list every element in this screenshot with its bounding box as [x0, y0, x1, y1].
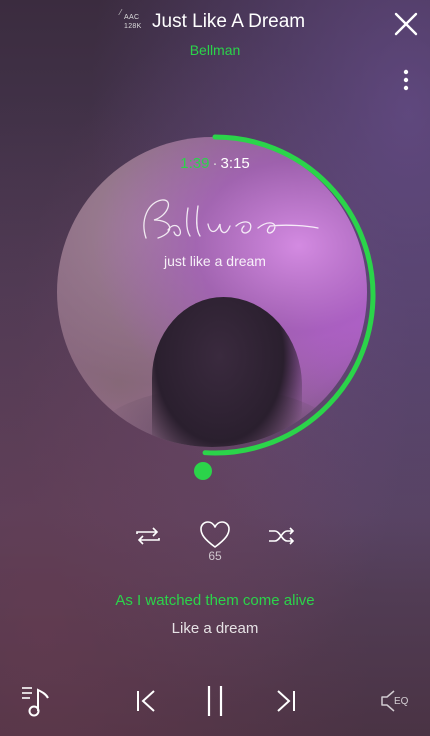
more-vertical-icon — [403, 69, 409, 91]
shuffle-icon — [269, 527, 295, 545]
time-separator: · — [212, 155, 218, 172]
like-count: 65 — [208, 549, 222, 563]
like-button[interactable] — [198, 520, 232, 550]
album-logo-script — [143, 199, 319, 239]
time-display: 1:39 · 3:15 — [50, 155, 380, 172]
codec-mark-icon: ⁄ — [120, 8, 122, 17]
close-icon — [394, 12, 418, 36]
lyric-current-line[interactable]: As I watched them come alive — [0, 592, 430, 609]
skip-previous-icon — [137, 690, 155, 712]
next-button[interactable] — [274, 688, 298, 714]
codec-bitrate: 128K — [124, 23, 142, 30]
previous-button[interactable] — [134, 688, 158, 714]
codec-badge: ⁄ AAC 128K — [120, 9, 146, 33]
eq-label: EQ — [394, 696, 409, 707]
skip-next-icon — [277, 690, 295, 712]
close-button[interactable] — [392, 10, 420, 38]
time-current: 1:39 — [180, 155, 210, 172]
album-art-progress[interactable]: 1:39 · 3:15 just like a dream — [50, 130, 380, 460]
pause-button[interactable] — [204, 684, 226, 718]
progress-knob[interactable] — [194, 462, 212, 480]
lyric-next-line[interactable]: Like a dream — [0, 620, 430, 637]
artist-name[interactable]: Bellman — [0, 42, 430, 58]
progress-ring[interactable] — [50, 130, 380, 460]
more-options-button[interactable] — [396, 66, 416, 94]
equalizer-button[interactable]: EQ — [380, 688, 414, 714]
playlist-music-icon — [22, 687, 49, 717]
progress-arc — [202, 134, 376, 456]
album-caption: just like a dream — [164, 253, 266, 269]
codec-format: AAC — [124, 14, 140, 21]
time-total: 3:15 — [220, 155, 250, 172]
repeat-icon — [136, 527, 160, 545]
heart-icon — [200, 521, 230, 548]
repeat-button[interactable] — [133, 524, 163, 548]
player-header: ⁄ AAC 128K Just Like A Dream Bellman — [0, 0, 430, 91]
song-title: Just Like A Dream — [152, 11, 306, 32]
playlist-button[interactable] — [20, 684, 52, 718]
pause-icon — [207, 686, 223, 716]
shuffle-button[interactable] — [266, 524, 298, 548]
